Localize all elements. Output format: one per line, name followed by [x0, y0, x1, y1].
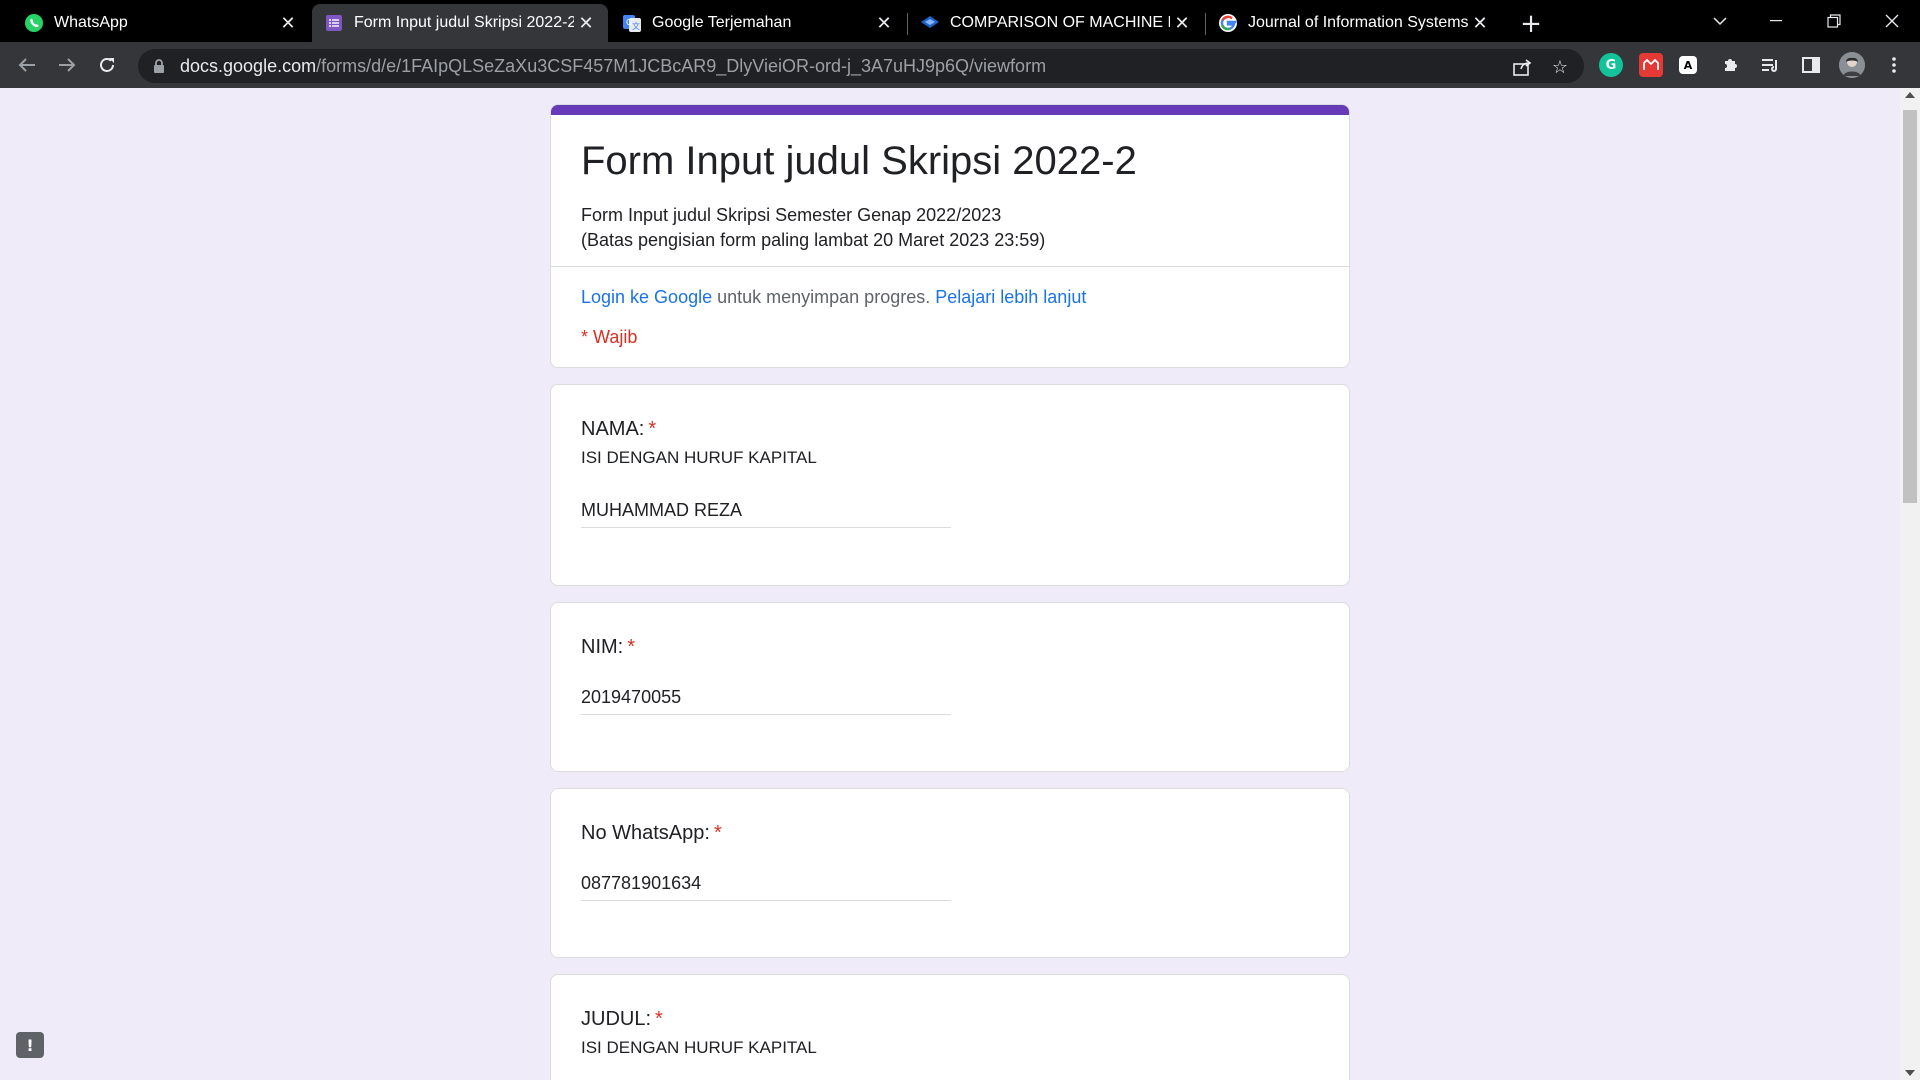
mendeley-icon[interactable]: [1639, 53, 1663, 77]
google-forms-icon: [324, 13, 344, 33]
tab-comparison-paper[interactable]: COMPARISON OF MACHINE LEAR ✕: [908, 4, 1204, 42]
question-label: JUDUL:: [581, 1008, 652, 1030]
whatsapp-icon: [24, 13, 44, 33]
form-page: Form Input judul Skripsi 2022-2 Form Inp…: [0, 88, 1920, 1080]
tab-google-translate[interactable]: G文 Google Terjemahan ✕: [610, 4, 906, 42]
header-divider: [551, 266, 1349, 267]
question-card-whatsapp: No WhatsApp: *: [550, 788, 1350, 958]
side-panel-icon[interactable]: [1799, 53, 1823, 77]
browser-menu-icon[interactable]: [1882, 53, 1906, 77]
tab-title: Google Terjemahan: [652, 14, 792, 31]
reading-list-icon[interactable]: [1759, 53, 1783, 77]
whatsapp-input[interactable]: [581, 867, 951, 901]
login-prompt: Login ke Google untuk menyimpan progres.…: [581, 287, 1086, 308]
tab-whatsapp[interactable]: WhatsApp ✕: [0, 4, 310, 42]
question-help-text: ISI DENGAN HURUF KAPITAL: [581, 1038, 817, 1057]
scroll-down-arrow-icon[interactable]: [1905, 1070, 1915, 1076]
question-label: No WhatsApp:: [581, 822, 710, 844]
extension-a-icon[interactable]: A: [1679, 56, 1697, 74]
form-description-line: Form Input judul Skripsi Semester Genap …: [581, 205, 1002, 225]
bookmark-star-icon[interactable]: ☆: [1550, 57, 1570, 78]
tab-title: Form Input judul Skripsi 2022-2: [354, 14, 574, 31]
form-title: Form Input judul Skripsi 2022-2: [581, 139, 1137, 183]
address-bar[interactable]: docs.google.com/forms/d/e/1FAIpQLSeZaXu3…: [138, 49, 1584, 83]
question-title: NIM: *: [581, 636, 635, 659]
tab-close-icon[interactable]: ✕: [1170, 11, 1194, 35]
tab-google-form[interactable]: Form Input judul Skripsi 2022-2 ✕: [312, 4, 608, 42]
form-accent-bar: [551, 105, 1349, 115]
tab-close-icon[interactable]: ✕: [276, 11, 300, 35]
url-text[interactable]: docs.google.com/forms/d/e/1FAIpQLSeZaXu3…: [180, 56, 1046, 77]
google-icon: [1218, 13, 1238, 33]
required-asterisk: *: [648, 418, 657, 440]
lock-icon[interactable]: [152, 59, 166, 73]
tab-close-icon[interactable]: ✕: [574, 11, 598, 35]
profile-avatar[interactable]: [1839, 52, 1865, 78]
nim-input[interactable]: [581, 681, 951, 715]
login-prompt-text: untuk menyimpan progres.: [712, 287, 936, 307]
tab-journal[interactable]: Journal of Information Systems E ✕: [1206, 4, 1502, 42]
tab-strip: WhatsApp ✕ Form Input judul Skripsi 2022…: [0, 0, 1920, 42]
extensions-puzzle-icon[interactable]: [1719, 53, 1743, 77]
login-link[interactable]: Login ke Google: [581, 287, 712, 307]
reload-icon[interactable]: [92, 50, 122, 80]
close-window-icon[interactable]: [1864, 0, 1920, 42]
question-label: NIM:: [581, 636, 624, 658]
question-card-nama: NAMA: * ISI DENGAN HURUF KAPITAL: [550, 384, 1350, 586]
restore-icon[interactable]: [1806, 0, 1862, 42]
question-card-judul: JUDUL: * ISI DENGAN HURUF KAPITAL: [550, 974, 1350, 1080]
scroll-up-arrow-icon[interactable]: [1905, 92, 1915, 98]
required-asterisk: *: [713, 822, 722, 844]
svg-text:文: 文: [632, 21, 640, 31]
tab-title: COMPARISON OF MACHINE LEAR: [950, 14, 1170, 31]
question-title: NAMA: *: [581, 418, 656, 441]
question-label: NAMA:: [581, 418, 645, 440]
form-header-card: Form Input judul Skripsi 2022-2 Form Inp…: [550, 104, 1350, 368]
question-title: No WhatsApp: *: [581, 822, 722, 845]
question-title: JUDUL: *: [581, 1008, 663, 1031]
question-card-nim: NIM: *: [550, 602, 1350, 772]
form-description-line: (Batas pengisian form paling lambat 20 M…: [581, 230, 1046, 250]
required-asterisk: *: [655, 1008, 663, 1030]
required-note: * Wajib: [581, 327, 638, 347]
page-scrollbar[interactable]: [1900, 88, 1920, 1080]
question-help-text: ISI DENGAN HURUF KAPITAL: [581, 448, 817, 467]
grammarly-icon[interactable]: G: [1599, 53, 1623, 77]
tab-search-chevron-icon[interactable]: [1692, 0, 1748, 42]
tab-close-icon[interactable]: ✕: [872, 11, 896, 35]
back-arrow-icon[interactable]: [12, 50, 42, 80]
journal-icon: [920, 13, 940, 33]
new-tab-plus-icon[interactable]: +: [1516, 9, 1546, 39]
google-translate-icon: G文: [622, 13, 642, 33]
nama-input[interactable]: [581, 494, 951, 528]
required-asterisk: *: [627, 636, 636, 658]
feedback-icon[interactable]: !: [16, 1032, 44, 1058]
scrollbar-thumb[interactable]: [1903, 110, 1917, 503]
url-path: /forms/d/e/1FAIpQLSeZaXu3CSF457M1JCBcAR9…: [316, 55, 1047, 76]
minimize-icon[interactable]: [1748, 0, 1804, 42]
url-host: docs.google.com: [180, 55, 317, 76]
tab-close-icon[interactable]: ✕: [1468, 11, 1492, 35]
tab-title: Journal of Information Systems E: [1248, 14, 1468, 31]
tab-title: WhatsApp: [54, 14, 128, 31]
form-description: Form Input judul Skripsi Semester Genap …: [581, 203, 1045, 253]
forward-arrow-icon[interactable]: [52, 50, 82, 80]
share-icon[interactable]: [1512, 57, 1532, 77]
learn-more-link[interactable]: Pelajari lebih lanjut: [935, 287, 1086, 307]
browser-toolbar: docs.google.com/forms/d/e/1FAIpQLSeZaXu3…: [0, 42, 1920, 88]
